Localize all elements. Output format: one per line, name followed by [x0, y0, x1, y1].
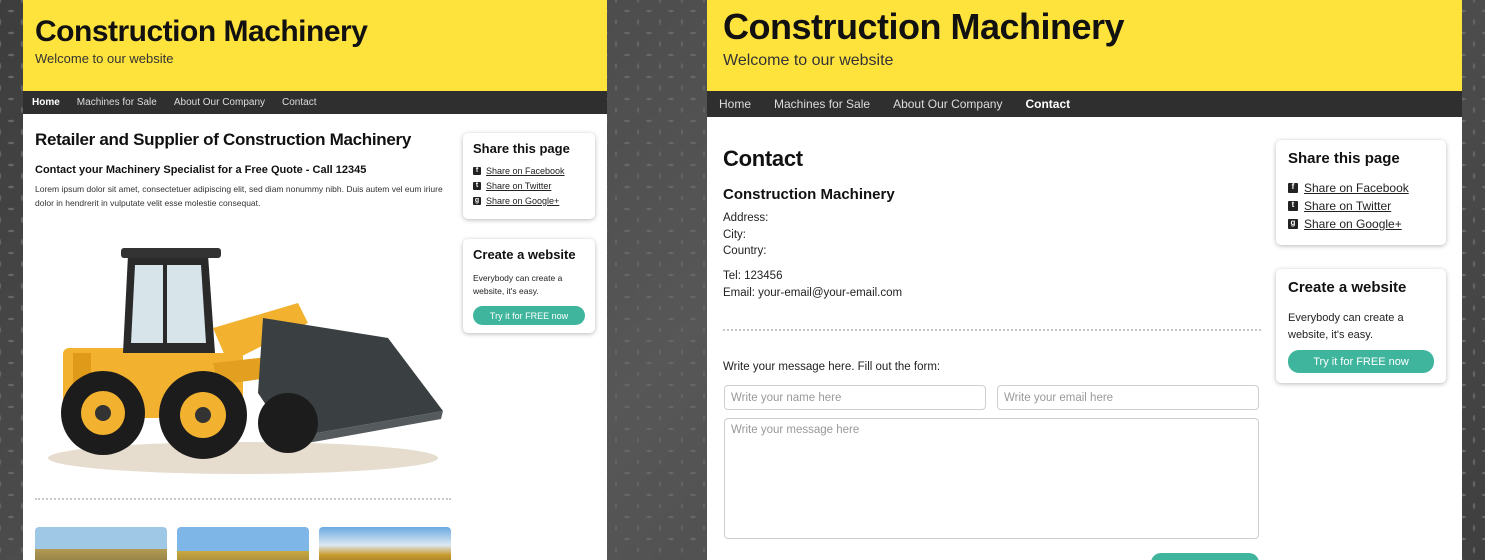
contact-details: Address: City: Country: Tel: 123456 Emai… [723, 210, 1263, 301]
contact-company-name: Construction Machinery [723, 186, 895, 203]
send-button[interactable] [1151, 553, 1259, 560]
home-page-preview: Construction Machinery Welcome to our we… [23, 0, 607, 560]
create-card-title: Create a website [1288, 279, 1407, 296]
home-divider [35, 498, 451, 500]
contact-page-preview: Construction Machinery Welcome to our we… [707, 0, 1462, 560]
share-twitter-row: t Share on Twitter [473, 181, 585, 191]
nav-machines-for-sale[interactable]: Machines for Sale [774, 97, 870, 111]
city-label: City: [723, 228, 746, 241]
sidebar: Share this page f Share on Facebook t Sh… [463, 133, 595, 353]
share-google-link[interactable]: Share on Google+ [1304, 217, 1402, 231]
share-facebook-link[interactable]: Share on Facebook [1304, 181, 1409, 195]
nav-about-company[interactable]: About Our Company [174, 97, 273, 108]
share-facebook-row: f Share on Facebook [1288, 181, 1434, 195]
address-label: Address: [723, 212, 769, 224]
email-input[interactable] [997, 385, 1259, 410]
create-card-text: Everybody can create a website, it's eas… [473, 273, 563, 297]
machine-thumbnail[interactable] [35, 527, 167, 560]
create-website-card: Create a website Everybody can create a … [463, 239, 595, 334]
country-label: Country: [723, 245, 767, 258]
tel-text: Tel: 123456 [723, 270, 783, 283]
wheel-loader-image [48, 248, 443, 474]
home-subheading: Contact your Machinery Specialist for a … [35, 164, 367, 176]
share-twitter-link[interactable]: Share on Twitter [1304, 199, 1391, 213]
home-heading: Retailer and Supplier of Construction Ma… [35, 130, 412, 149]
google-plus-icon: g [1288, 219, 1298, 229]
home-main-content: Retailer and Supplier of Construction Ma… [35, 130, 453, 210]
share-card: Share this page f Share on Facebook t Sh… [463, 133, 595, 219]
machine-thumbnail[interactable] [319, 527, 451, 560]
site-title: Construction Machinery [35, 15, 368, 48]
email-text: Email: your-email@your-email.com [723, 286, 903, 299]
site-subtitle: Welcome to our website [723, 52, 894, 69]
facebook-icon: f [1288, 183, 1298, 193]
facebook-icon: f [473, 167, 481, 175]
site-header: Construction Machinery Welcome to our we… [707, 0, 1462, 91]
main-nav: Home Machines for Sale About Our Company… [23, 91, 607, 114]
site-header: Construction Machinery Welcome to our we… [23, 0, 607, 91]
try-free-button[interactable]: Try it for FREE now [1288, 350, 1434, 374]
nav-machines-for-sale[interactable]: Machines for Sale [77, 97, 165, 108]
share-google-row: g Share on Google+ [473, 196, 585, 206]
contact-main-content: Contact Construction Machinery Address: … [723, 146, 1263, 301]
contact-heading: Contact [723, 146, 803, 171]
nav-home[interactable]: Home [32, 97, 68, 108]
create-card-title: Create a website [473, 247, 576, 262]
machine-thumbnail[interactable] [177, 527, 309, 560]
home-body-text: Lorem ipsum dolor sit amet, consectetuer… [35, 184, 443, 208]
share-facebook-row: f Share on Facebook [473, 166, 585, 176]
share-twitter-link[interactable]: Share on Twitter [486, 181, 551, 191]
message-input[interactable] [724, 418, 1259, 539]
twitter-icon: t [1288, 201, 1298, 211]
site-subtitle: Welcome to our website [35, 51, 174, 66]
contact-divider [723, 329, 1261, 331]
share-google-row: g Share on Google+ [1288, 217, 1434, 231]
share-twitter-row: t Share on Twitter [1288, 199, 1434, 213]
twitter-icon: t [473, 182, 481, 190]
form-prompt: Write your message here. Fill out the fo… [723, 361, 941, 373]
try-free-button[interactable]: Try it for FREE now [473, 306, 585, 326]
create-card-text: Everybody can create a website, it's eas… [1288, 312, 1404, 342]
machine-thumbnails [35, 527, 451, 560]
sidebar: Share this page f Share on Facebook t Sh… [1276, 140, 1446, 407]
share-google-link[interactable]: Share on Google+ [486, 196, 559, 206]
main-nav: Home Machines for Sale About Our Company… [707, 91, 1462, 117]
nav-home[interactable]: Home [719, 97, 751, 111]
nav-contact[interactable]: Contact [282, 97, 324, 108]
share-card-title: Share this page [473, 141, 570, 156]
share-facebook-link[interactable]: Share on Facebook [486, 166, 565, 176]
name-input[interactable] [724, 385, 986, 410]
google-plus-icon: g [473, 197, 481, 205]
site-title: Construction Machinery [723, 6, 1125, 47]
nav-contact[interactable]: Contact [1025, 97, 1070, 111]
nav-about-company[interactable]: About Our Company [893, 97, 1002, 111]
share-card: Share this page f Share on Facebook t Sh… [1276, 140, 1446, 245]
share-card-title: Share this page [1288, 150, 1400, 167]
create-website-card: Create a website Everybody can create a … [1276, 269, 1446, 384]
